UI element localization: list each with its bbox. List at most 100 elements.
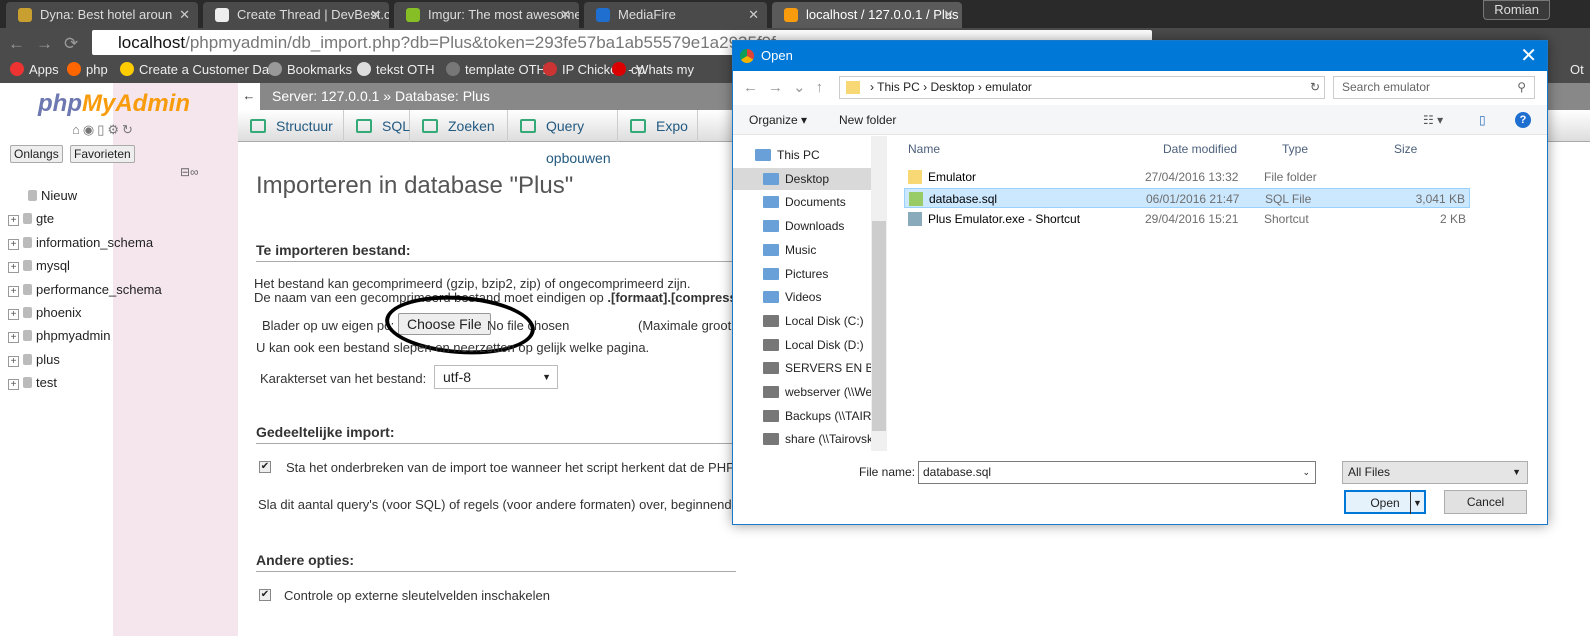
browser-tab[interactable]: Dyna: Best hotel aroun ✕ xyxy=(6,2,198,28)
open-dropdown-icon[interactable]: ▼ xyxy=(1410,492,1424,514)
dialog-search-input[interactable]: Search emulator ⚲ xyxy=(1333,76,1535,99)
tab-close-icon[interactable]: ✕ xyxy=(370,2,381,28)
expand-icon[interactable]: + xyxy=(8,285,19,297)
column-header[interactable]: Date modified xyxy=(1163,142,1237,156)
view-options-icon[interactable]: ☷ ▾ xyxy=(1423,105,1443,135)
expand-icon[interactable]: + xyxy=(8,379,19,391)
cancel-button[interactable]: Cancel xyxy=(1444,490,1527,514)
refresh-icon[interactable]: ↻ xyxy=(1310,77,1320,98)
dialog-nav-icons[interactable]: ←→⌄↑ xyxy=(743,78,833,96)
back-icon[interactable]: ← xyxy=(8,34,25,54)
dialog-address-bar[interactable]: › This PC › Desktop › emulator ↻ xyxy=(839,76,1325,99)
sidebar-icons[interactable]: ⌂◉▯⚙↻ xyxy=(72,122,136,138)
close-icon[interactable]: ✕ xyxy=(1520,41,1537,71)
bookmark-item[interactable]: Create a Customer Da xyxy=(120,62,269,77)
db-tree-item[interactable]: + mysql xyxy=(8,258,70,274)
nav-item[interactable]: SERVERS EN BAC xyxy=(763,357,883,379)
nav-item[interactable]: Local Disk (D:) xyxy=(763,334,883,356)
browser-tab[interactable]: Imgur: The most awesome ✕ xyxy=(394,2,579,28)
path-segment[interactable]: Desktop xyxy=(930,80,974,94)
expand-icon[interactable]: + xyxy=(8,332,19,344)
nav-item[interactable]: Videos xyxy=(763,286,883,308)
foreign-key-label: Controle op externe sleutelvelden inscha… xyxy=(284,588,550,603)
foreign-key-checkbox[interactable]: ✔ xyxy=(259,589,271,601)
charset-select[interactable]: utf-8 ▼ xyxy=(434,365,558,389)
nav-scrollbar[interactable] xyxy=(871,136,887,451)
nav-item[interactable]: webserver (\\We xyxy=(763,381,883,403)
filename-input[interactable]: database.sql ⌄ xyxy=(918,461,1316,484)
nav-item[interactable]: Local Disk (C:) xyxy=(763,310,883,332)
bookmark-item[interactable]: cp xyxy=(612,62,645,77)
menu-tab[interactable]: Structuur xyxy=(238,110,344,142)
menu-tab[interactable]: Zoeken xyxy=(410,110,508,142)
expand-icon[interactable]: + xyxy=(8,215,19,227)
preview-pane-icon[interactable]: ▯ xyxy=(1479,105,1486,135)
db-tree-item[interactable]: + phoenix xyxy=(8,305,82,320)
breadcrumb-server[interactable]: Server: 127.0.0.1 xyxy=(272,88,379,104)
favorites-button[interactable]: Favorieten xyxy=(70,145,135,163)
db-tree-item[interactable]: + plus xyxy=(8,352,60,367)
column-header[interactable]: Type xyxy=(1282,142,1308,156)
dialog-nav-pane: This PC Desktop Documents Downloads Music Pic… xyxy=(733,136,888,451)
open-button[interactable]: Open ▼ xyxy=(1344,490,1426,514)
nav-item[interactable]: Downloads xyxy=(763,215,883,237)
collapse-sidebar-button[interactable]: ← xyxy=(238,83,260,110)
db-tree-item[interactable]: + test xyxy=(8,375,57,391)
path-segment[interactable]: This PC xyxy=(877,80,920,94)
nav-item[interactable]: Music xyxy=(763,239,883,261)
nav-item[interactable]: Backups (\\TAIR xyxy=(763,405,883,427)
browser-tab[interactable]: Create Thread | DevBest.cc ✕ xyxy=(203,2,389,28)
expand-icon[interactable]: + xyxy=(8,309,19,320)
bookmark-overflow[interactable]: Ot xyxy=(1570,62,1584,77)
compression-note: Het bestand kan gecomprimeerd (gzip, bzi… xyxy=(254,276,691,291)
file-row[interactable]: Emulator 27/04/2016 13:32 File folder xyxy=(904,167,1470,187)
bookmark-item[interactable]: Apps xyxy=(10,62,59,77)
tab-close-icon[interactable]: ✕ xyxy=(560,2,571,28)
forward-icon[interactable]: → xyxy=(36,34,53,54)
path-segment[interactable]: emulator xyxy=(985,80,1032,94)
collapse-link-icons[interactable]: ⊟∞ xyxy=(180,165,199,179)
db-tree-item[interactable]: Nieuw xyxy=(28,188,77,203)
nav-item[interactable]: This PC xyxy=(755,144,875,166)
nav-item[interactable]: Desktop xyxy=(733,167,885,190)
db-tree-item[interactable]: + performance_schema xyxy=(8,282,162,297)
search-icon: ⚲ xyxy=(1517,80,1526,94)
menu-tab[interactable]: Query opbouwen xyxy=(508,110,618,166)
tab-close-icon[interactable]: ✕ xyxy=(748,2,759,28)
nav-item[interactable]: Pictures xyxy=(763,263,883,285)
expand-icon[interactable]: + xyxy=(8,238,19,250)
expand-icon[interactable]: + xyxy=(8,262,19,274)
db-tree-item[interactable]: + gte xyxy=(8,211,54,227)
browser-tab[interactable]: MediaFire ✕ xyxy=(584,2,767,28)
pma-logo[interactable]: phpMyAdmin xyxy=(38,90,190,118)
nav-item[interactable]: Documents xyxy=(763,191,883,213)
profile-button[interactable]: Romian xyxy=(1483,0,1550,20)
bookmark-item[interactable]: php xyxy=(67,62,108,77)
filetype-select[interactable]: All Files ▼ xyxy=(1342,461,1528,484)
interrupt-label: Sta het onderbreken van de import toe wa… xyxy=(286,460,735,475)
file-row[interactable]: Plus Emulator.exe - Shortcut 29/04/2016 1… xyxy=(904,209,1470,229)
help-icon[interactable]: ? xyxy=(1515,112,1531,128)
browser-tab[interactable]: localhost / 127.0.0.1 / Plus ✕ xyxy=(772,2,962,28)
favicon-icon xyxy=(784,8,798,22)
tab-close-icon[interactable]: ✕ xyxy=(179,2,190,28)
interrupt-checkbox[interactable]: ✔ xyxy=(259,461,271,473)
menu-tab[interactable]: Expo xyxy=(618,110,698,142)
column-header[interactable]: Name xyxy=(908,142,940,156)
nav-item[interactable]: share (\\Tairovsk xyxy=(763,428,883,450)
new-folder-button[interactable]: New folder xyxy=(839,105,896,135)
organize-button[interactable]: Organize ▾ xyxy=(749,105,807,135)
bookmark-item[interactable]: tekst OTH xyxy=(357,62,435,77)
column-header[interactable]: Size xyxy=(1394,142,1417,156)
tab-close-icon[interactable]: ✕ xyxy=(943,2,954,28)
recent-button[interactable]: Onlangs xyxy=(10,145,63,163)
expand-icon[interactable]: + xyxy=(8,355,19,367)
reload-icon[interactable]: ⟳ xyxy=(64,34,78,54)
db-tree-item[interactable]: + information_schema xyxy=(8,235,153,250)
db-tree-item[interactable]: + phpmyadmin xyxy=(8,328,110,344)
breadcrumb-database[interactable]: Database: Plus xyxy=(395,88,490,104)
bookmark-item[interactable]: template OTH xyxy=(446,62,546,77)
menu-tab[interactable]: SQL xyxy=(344,110,410,142)
bookmark-item[interactable]: Bookmarks xyxy=(268,62,352,77)
file-row[interactable]: database.sql 06/01/2016 21:47 SQL File 3,04… xyxy=(904,188,1470,208)
